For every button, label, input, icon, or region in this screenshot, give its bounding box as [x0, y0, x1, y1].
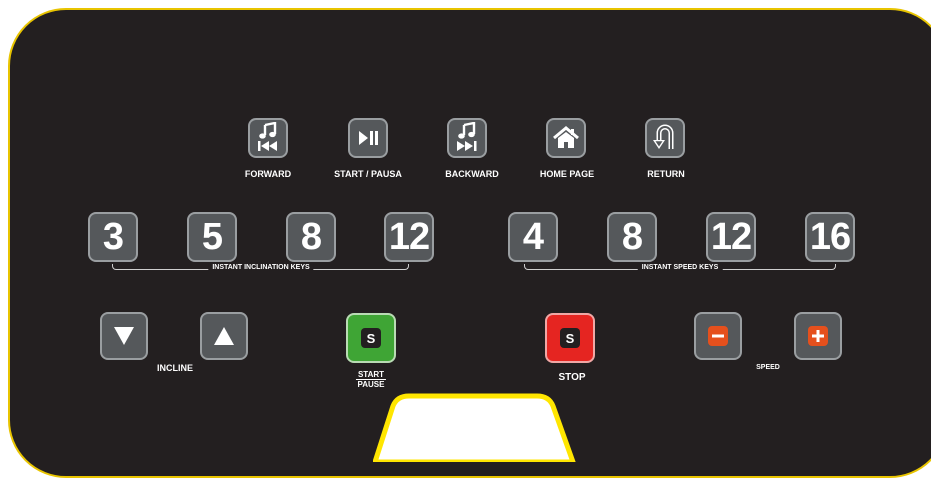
- start-label: START: [355, 370, 387, 380]
- incline-up-button[interactable]: [200, 312, 248, 360]
- speed-minus-button[interactable]: [694, 312, 742, 360]
- return-label: RETURN: [647, 169, 685, 179]
- speed-plus-button[interactable]: [794, 312, 842, 360]
- return-button[interactable]: [645, 118, 685, 158]
- home-icon: [553, 126, 579, 148]
- plus-icon: [808, 326, 828, 346]
- instant-inclination-keys-label: INSTANT INCLINATION KEYS: [208, 264, 314, 271]
- start-pause-label: START PAUSE: [355, 370, 387, 389]
- start-pause-badge: S: [361, 328, 381, 348]
- start-pausa-button[interactable]: [348, 118, 388, 158]
- treadmill-console-panel: FORWARD START / PAUSA BACKWARD HOME PAGE: [0, 0, 931, 478]
- speed-label: SPEED: [756, 364, 780, 371]
- speed-key-12[interactable]: 12: [706, 212, 756, 262]
- triangle-down-icon: [114, 327, 134, 345]
- incline-key-8[interactable]: 8: [286, 212, 336, 262]
- music-note-next-icon: [457, 122, 477, 151]
- music-note-previous-icon: [258, 122, 277, 151]
- start-pausa-label: START / PAUSA: [334, 169, 402, 179]
- backward-button[interactable]: [447, 118, 487, 158]
- speed-key-8[interactable]: 8: [607, 212, 657, 262]
- minus-icon: [708, 326, 728, 346]
- incline-label: INCLINE: [157, 363, 193, 373]
- speed-key-4[interactable]: 4: [508, 212, 558, 262]
- triangle-up-icon: [214, 327, 234, 345]
- forward-label: FORWARD: [244, 169, 292, 179]
- incline-key-5[interactable]: 5: [187, 212, 237, 262]
- start-pause-button[interactable]: S: [346, 313, 396, 363]
- instant-speed-keys-label: INSTANT SPEED KEYS: [637, 264, 723, 271]
- stop-badge: S: [560, 328, 580, 348]
- backward-label: BACKWARD: [445, 169, 499, 179]
- play-pause-icon: [359, 131, 378, 145]
- pause-label: PAUSE: [357, 380, 385, 389]
- stop-label: STOP: [558, 372, 586, 383]
- incline-key-3[interactable]: 3: [88, 212, 138, 262]
- home-page-button[interactable]: [546, 118, 586, 158]
- incline-key-12[interactable]: 12: [384, 212, 434, 262]
- speed-key-16[interactable]: 16: [805, 212, 855, 262]
- stop-button[interactable]: S: [545, 313, 595, 363]
- u-turn-arrow-icon: [653, 124, 674, 149]
- bottom-slot-cutout: [373, 393, 576, 462]
- home-page-label: HOME PAGE: [539, 169, 595, 179]
- incline-down-button[interactable]: [100, 312, 148, 360]
- forward-button[interactable]: [248, 118, 288, 158]
